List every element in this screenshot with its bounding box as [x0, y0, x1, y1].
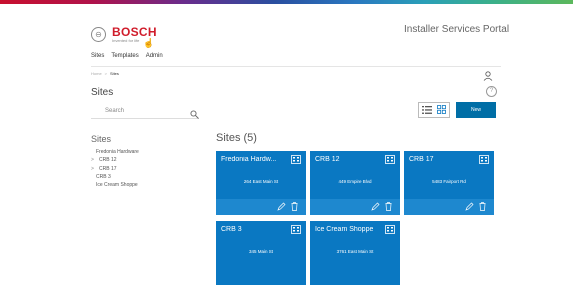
delete-icon[interactable]: [385, 198, 392, 216]
site-card[interactable]: Fredonia Hardw... 264 East Main St: [216, 151, 306, 215]
search-icon[interactable]: [190, 106, 199, 124]
site-card-name: Ice Cream Shoppe: [315, 226, 374, 233]
site-card[interactable]: Ice Cream Shoppe 3761 East Main St: [310, 221, 400, 285]
nav-item-sites[interactable]: Sites: [91, 53, 104, 59]
breadcrumb-home[interactable]: Home: [91, 71, 102, 76]
user-icon[interactable]: [483, 68, 493, 86]
breadcrumb-separator: >: [104, 71, 108, 76]
site-card[interactable]: CRB 17 5483 Fairport Rd: [404, 151, 494, 215]
list-view-icon[interactable]: [421, 101, 432, 119]
divider: [91, 66, 501, 67]
expand-caret-icon[interactable]: >: [91, 156, 94, 164]
tree-item-crb-12[interactable]: > CRB 12: [91, 156, 139, 164]
building-icon: [291, 221, 301, 239]
sites-count-title: Sites (5): [216, 132, 257, 144]
breadcrumb-current: Sites: [110, 71, 119, 76]
search-input[interactable]: Search: [105, 108, 124, 114]
edit-icon[interactable]: [371, 198, 380, 216]
building-icon: [479, 151, 489, 169]
portal-title: Installer Services Portal: [404, 24, 510, 35]
top-nav: Sites Templates Admin: [91, 53, 163, 59]
brand-color-bar: [0, 0, 573, 4]
building-icon: [385, 151, 395, 169]
breadcrumb: Home > Sites: [91, 71, 119, 76]
page-title: Sites: [91, 87, 114, 98]
delete-icon[interactable]: [291, 198, 298, 216]
sidebar-tree: Fredonia Hardware > CRB 12 > CRB 17 CRB 3 …: [91, 148, 139, 189]
edit-icon[interactable]: [277, 198, 286, 216]
edit-icon[interactable]: [465, 198, 474, 216]
pointer-cursor-icon: ☝: [143, 38, 155, 48]
site-card-address: 264 East Main St: [243, 179, 279, 184]
brand-name: BOSCH: [112, 25, 157, 39]
tree-item-crb-17[interactable]: > CRB 17: [91, 165, 139, 173]
delete-icon[interactable]: [479, 198, 486, 216]
view-toggle: [418, 102, 450, 118]
bosch-armature-icon: ⊖: [91, 27, 106, 42]
new-site-button[interactable]: New: [456, 102, 496, 118]
building-icon: [385, 221, 395, 239]
nav-item-templates[interactable]: Templates: [111, 53, 138, 59]
sidebar-title: Sites: [91, 134, 112, 144]
site-card-name: CRB 17: [409, 156, 434, 163]
site-card-name: Fredonia Hardw...: [221, 156, 277, 163]
building-icon: [291, 151, 301, 169]
site-card-name: CRB 3: [221, 226, 242, 233]
site-card-address: 345 Main St: [248, 249, 273, 254]
grid-view-icon[interactable]: [437, 101, 447, 119]
site-card-address: 3761 East Main St: [336, 249, 374, 254]
tree-item-crb-3[interactable]: CRB 3: [91, 173, 139, 181]
search-field[interactable]: Search: [91, 106, 199, 119]
site-card-address: 449 Empire Blvd: [338, 179, 372, 184]
tree-item-fredonia-hardware[interactable]: Fredonia Hardware: [91, 148, 139, 156]
tree-item-ice-cream-shoppe[interactable]: Ice Cream Shoppe: [91, 181, 139, 189]
site-card-name: CRB 12: [315, 156, 340, 163]
help-icon[interactable]: ?: [486, 86, 497, 97]
nav-item-admin[interactable]: Admin: [146, 53, 163, 59]
site-card-address: 5483 Fairport Rd: [432, 179, 466, 184]
site-card[interactable]: CRB 3 345 Main St: [216, 221, 306, 285]
expand-caret-icon[interactable]: >: [91, 165, 94, 173]
site-card[interactable]: CRB 12 449 Empire Blvd: [310, 151, 400, 215]
